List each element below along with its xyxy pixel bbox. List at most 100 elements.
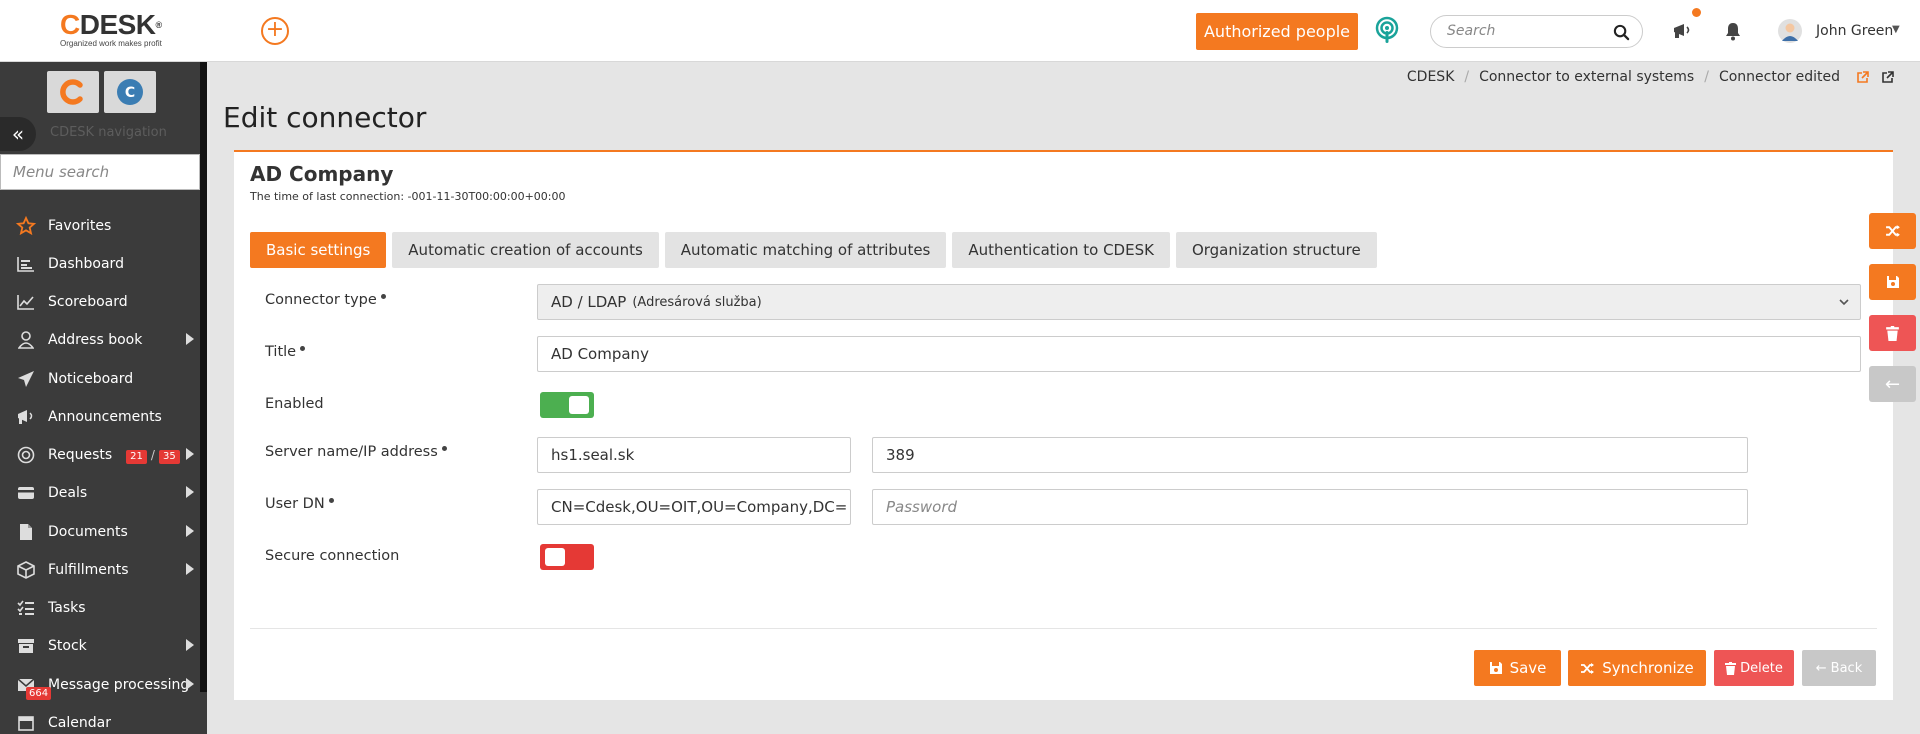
sidebar-item-dashboard[interactable]: Dashboard <box>0 249 200 279</box>
search-icon[interactable] <box>1613 24 1630 41</box>
title-field[interactable]: AD Company <box>537 336 1861 372</box>
sidebar-scrollbar[interactable] <box>200 62 207 692</box>
secure-connection-toggle[interactable] <box>540 544 594 570</box>
connector-type-label: Connector type <box>265 292 386 308</box>
tab-basic-settings[interactable]: Basic settings <box>250 232 387 268</box>
sidebar: C « CDESK navigation Favorites Dashboard… <box>0 62 207 734</box>
expand-arrow-icon[interactable] <box>186 525 194 537</box>
shuffle-icon <box>1581 662 1595 674</box>
expand-arrow-icon[interactable] <box>186 639 194 651</box>
breadcrumb-item[interactable]: CDESK <box>1407 69 1454 85</box>
title-label: Title <box>265 344 306 360</box>
sidebar-item-deals[interactable]: Deals <box>0 478 200 508</box>
bell-icon[interactable] <box>1724 21 1742 41</box>
side-synchronize-button[interactable] <box>1869 213 1916 249</box>
sidebar-item-label: Requests <box>48 447 113 463</box>
sidebar-item-address-book[interactable]: Address book <box>0 325 200 355</box>
sidebar-item-documents[interactable]: Documents <box>0 517 200 547</box>
user-name[interactable]: John Green <box>1816 23 1893 39</box>
sidebar-item-label: Deals <box>48 485 88 501</box>
sidebar-item-requests[interactable]: Requests 21/35 <box>0 440 200 470</box>
secure-connection-label: Secure connection <box>265 548 400 564</box>
user-icon <box>15 330 37 350</box>
expand-arrow-icon[interactable] <box>186 448 194 460</box>
sidebar-item-label: Announcements <box>48 409 162 425</box>
menu-search-input[interactable] <box>1 155 199 189</box>
search-box <box>1430 15 1643 48</box>
side-delete-button[interactable] <box>1869 315 1916 351</box>
sidebar-item-label: Message processing <box>48 677 190 693</box>
tab-organization-structure[interactable]: Organization structure <box>1175 232 1377 268</box>
side-back-button[interactable]: ← <box>1869 366 1916 402</box>
enabled-toggle[interactable] <box>540 392 594 418</box>
sidebar-item-message-processing[interactable]: 664 Message processing <box>0 670 200 700</box>
expand-arrow-icon[interactable] <box>186 486 194 498</box>
side-save-button[interactable] <box>1869 264 1916 300</box>
sidebar-item-fulfillments[interactable]: Fulfillments <box>0 555 200 585</box>
authorized-people-button[interactable]: Authorized people <box>1196 13 1358 50</box>
connector-type-select[interactable]: AD / LDAP (Adresárová služba) <box>537 284 1861 320</box>
breadcrumb-item[interactable]: Connector to external systems <box>1479 69 1694 85</box>
tasks-icon <box>15 598 37 618</box>
nav-title: CDESK navigation <box>50 125 167 140</box>
secondary-app-letter: C <box>125 85 135 101</box>
podcast-icon[interactable] <box>1372 16 1402 46</box>
enabled-label: Enabled <box>265 396 324 412</box>
port-field[interactable]: 389 <box>872 437 1748 473</box>
sidebar-item-favorites[interactable]: Favorites <box>0 211 200 241</box>
menu-search-box <box>0 154 200 190</box>
sidebar-item-stock[interactable]: Stock <box>0 631 200 661</box>
expand-arrow-icon[interactable] <box>186 563 194 575</box>
search-input[interactable] <box>1447 23 1607 39</box>
sidebar-item-label: Calendar <box>48 715 111 731</box>
required-dot <box>300 346 306 351</box>
server-field[interactable]: hs1.seal.sk <box>537 437 851 473</box>
toggle-knob <box>569 396 589 414</box>
collapse-sidebar-button[interactable]: « <box>0 117 36 151</box>
sidebar-item-label: Fulfillments <box>48 562 129 578</box>
app-switch-secondary[interactable]: C <box>104 71 156 113</box>
save-button[interactable]: Save <box>1474 650 1561 686</box>
document-icon <box>15 522 37 542</box>
megaphone-icon[interactable] <box>1672 20 1694 42</box>
status-badge: 35 <box>158 449 180 464</box>
user-dn-field[interactable]: CN=Cdesk,OU=OIT,OU=Company,DC= <box>537 489 851 525</box>
sidebar-item-scoreboard[interactable]: Scoreboard <box>0 287 200 317</box>
tab-authentication-to-cdesk[interactable]: Authentication to CDESK <box>952 232 1170 268</box>
sidebar-item-calendar[interactable]: Calendar <box>0 708 200 734</box>
required-dot <box>380 294 386 299</box>
shuffle-icon <box>1885 225 1900 237</box>
avatar[interactable] <box>1778 19 1802 43</box>
sidebar-item-announcements[interactable]: Announcements <box>0 402 200 432</box>
arrow-left-icon: ← <box>1815 660 1827 676</box>
required-dot <box>441 446 447 451</box>
back-button[interactable]: ← Back <box>1802 650 1876 686</box>
expand-arrow-icon[interactable] <box>186 678 194 690</box>
logo-tagline: Organized work makes profit <box>60 39 162 48</box>
password-field[interactable]: Password <box>872 489 1748 525</box>
top-bar: CDESK® Organized work makes profit + Aut… <box>0 0 1920 62</box>
synchronize-button[interactable]: Synchronize <box>1568 650 1706 686</box>
delete-button[interactable]: Delete <box>1714 650 1794 686</box>
chevron-down-icon[interactable]: ▼ <box>1892 24 1900 35</box>
tab-automatic-creation-of-accounts[interactable]: Automatic creation of accounts <box>392 232 659 268</box>
cdesk-logo[interactable]: CDESK® Organized work makes profit <box>60 10 180 52</box>
app-switch-cdesk[interactable] <box>47 71 99 113</box>
status-badge: 21 <box>126 449 147 464</box>
user-dn-label-text: User DN <box>265 496 325 512</box>
trash-icon <box>1725 661 1737 675</box>
external-link-icon[interactable] <box>1856 70 1869 84</box>
logo-letter-c: C <box>60 9 80 40</box>
tab-automatic-matching-of-attributes[interactable]: Automatic matching of attributes <box>664 232 947 268</box>
expand-arrow-icon[interactable] <box>186 333 194 345</box>
last-connection-text: The time of last connection: -001-11-30T… <box>250 190 566 203</box>
sidebar-item-label: Stock <box>48 638 87 654</box>
open-new-window-icon[interactable] <box>1881 70 1894 84</box>
tab-bar: Basic settings Automatic creation of acc… <box>250 232 1383 268</box>
sidebar-item-tasks[interactable]: Tasks <box>0 593 200 623</box>
sidebar-item-label: Dashboard <box>48 256 124 272</box>
synchronize-button-label: Synchronize <box>1602 659 1694 677</box>
sidebar-item-noticeboard[interactable]: Noticeboard <box>0 364 200 394</box>
logo-word: DESK <box>79 9 156 40</box>
add-icon[interactable]: + <box>261 17 289 45</box>
